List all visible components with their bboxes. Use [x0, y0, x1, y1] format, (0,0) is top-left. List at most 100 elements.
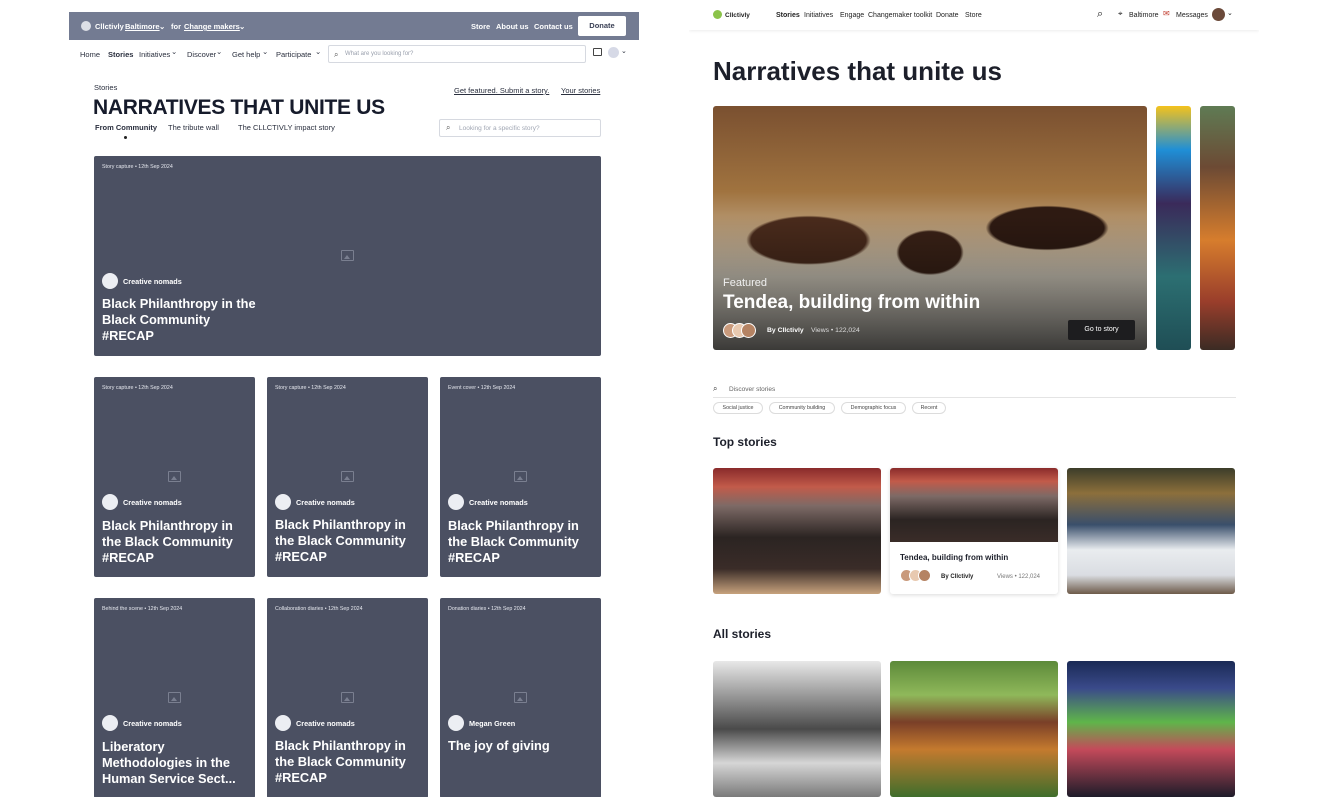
- brand-logo[interactable]: [713, 10, 722, 19]
- donate-button[interactable]: Donate: [578, 16, 626, 36]
- story-card[interactable]: Story capture • 12th Sep 2024 Creative n…: [94, 377, 255, 577]
- filter-chip-demographic-focus[interactable]: Demographic focus: [841, 402, 906, 414]
- card-title: Black Philanthropy in the Black Communit…: [275, 738, 406, 785]
- store-link[interactable]: Store: [471, 22, 490, 31]
- filter-chip-recent[interactable]: Recent: [912, 402, 946, 414]
- your-stories-link[interactable]: Your stories: [561, 86, 600, 95]
- chevron-down-icon: ⌄: [159, 22, 166, 31]
- story-card[interactable]: Story capture • 12th Sep 2024 Creative n…: [267, 377, 428, 577]
- main-nav: Home Stories Initiatives ⌄ Discover ⌄ Ge…: [69, 44, 639, 64]
- search-icon: ⌕: [446, 123, 451, 132]
- card-title: Liberatory Methodologies in the Human Se…: [102, 739, 236, 786]
- nav-participate[interactable]: Participate: [276, 50, 311, 59]
- global-search-input[interactable]: ⌕ What are you looking for?: [328, 45, 586, 63]
- story-card[interactable]: [713, 661, 881, 797]
- discover-search-input[interactable]: ⌕ Discover stories: [713, 384, 1236, 398]
- for-label: for: [171, 22, 181, 31]
- story-card[interactable]: [1067, 661, 1235, 797]
- filter-chip-community-building[interactable]: Community building: [769, 402, 835, 414]
- story-card[interactable]: Collaboration diaries • 12th Sep 2024 Cr…: [267, 598, 428, 797]
- card-author: Creative nomads: [469, 498, 528, 507]
- filter-chip-social-justice[interactable]: Social justice: [713, 402, 763, 414]
- nav-initiatives[interactable]: Initiatives: [139, 50, 170, 59]
- featured-author: By Cllctivly: [767, 327, 804, 334]
- city-selector[interactable]: Baltimore: [125, 22, 160, 31]
- tab-impact-story[interactable]: The CLLCTIVLY impact story: [238, 123, 335, 132]
- search-icon[interactable]: ⌕: [1097, 8, 1103, 21]
- active-tab-indicator: [124, 136, 127, 139]
- messages-icon[interactable]: ✉: [1163, 9, 1170, 18]
- card-title: Black Philanthropy in the Black Communit…: [102, 518, 233, 565]
- discover-placeholder: Discover stories: [729, 386, 776, 393]
- about-link[interactable]: About us: [496, 22, 529, 31]
- audience-selector[interactable]: Change makers: [184, 22, 240, 31]
- carousel-next-card[interactable]: [1200, 106, 1235, 350]
- nav-stories[interactable]: Stories: [108, 50, 133, 59]
- page-title: Narratives that unite us: [713, 56, 1002, 86]
- breadcrumb[interactable]: Stories: [94, 83, 117, 92]
- story-views: Views • 122,024: [997, 574, 1041, 580]
- featured-story-card[interactable]: Featured Tendea, building from within By…: [713, 106, 1147, 350]
- story-search-input[interactable]: ⌕ Looking for a specific story?: [439, 119, 601, 137]
- card-author: Creative nomads: [296, 498, 355, 507]
- chevron-down-icon: ⌄: [171, 47, 178, 56]
- contact-link[interactable]: Contact us: [534, 22, 573, 31]
- card-meta: Story capture • 12th Sep 2024: [102, 385, 173, 391]
- nav-discover[interactable]: Discover: [187, 50, 216, 59]
- site-header: Cllctivly Stories Initiatives Engage Cha…: [689, 0, 1259, 30]
- city-selector[interactable]: Baltimore: [1129, 12, 1159, 19]
- avatar: [102, 494, 118, 510]
- search-icon: ⌕: [713, 384, 718, 393]
- submit-story-link[interactable]: Get featured. Submit a story.: [454, 86, 549, 95]
- nav-engage[interactable]: Engage: [840, 12, 864, 19]
- messages-link[interactable]: Messages: [1176, 12, 1208, 19]
- nav-donate[interactable]: Donate: [936, 12, 959, 19]
- author-avatars: [900, 569, 934, 583]
- story-title: Tendea, building from within: [900, 553, 1009, 562]
- chevron-down-icon[interactable]: ⌄: [621, 47, 627, 55]
- wireframe-panel: Cllctivly Baltimore ⌄ for Change makers …: [69, 12, 639, 797]
- messages-icon[interactable]: [593, 48, 602, 56]
- image-placeholder-icon: [341, 692, 354, 703]
- chevron-down-icon[interactable]: ⌄: [1227, 9, 1233, 17]
- chevron-down-icon: ⌄: [315, 47, 322, 56]
- avatar[interactable]: [608, 47, 619, 58]
- card-meta: Story capture • 12th Sep 2024: [102, 164, 173, 170]
- carousel-next-card[interactable]: [1156, 106, 1191, 350]
- story-author: By Cllctivly: [941, 574, 974, 580]
- image-placeholder-icon: [341, 471, 354, 482]
- top-story-card[interactable]: [713, 468, 881, 594]
- story-card-featured[interactable]: Story capture • 12th Sep 2024 Creative n…: [94, 156, 601, 356]
- nav-get-help[interactable]: Get help: [232, 50, 260, 59]
- avatar[interactable]: [1212, 8, 1225, 21]
- chevron-down-icon: ⌄: [262, 47, 269, 56]
- go-to-story-button[interactable]: Go to story: [1068, 320, 1135, 340]
- card-title: The joy of giving: [448, 738, 550, 753]
- tab-from-community[interactable]: From Community: [95, 123, 157, 132]
- featured-title: Tendea, building from within: [723, 292, 981, 313]
- card-meta: Collaboration diaries • 12th Sep 2024: [275, 606, 363, 612]
- story-card[interactable]: [890, 661, 1058, 797]
- card-author: Creative nomads: [296, 719, 355, 728]
- story-card[interactable]: Donation diaries • 12th Sep 2024 Megan G…: [440, 598, 601, 797]
- search-placeholder: What are you looking for?: [345, 51, 414, 57]
- nav-changemaker-toolkit[interactable]: Changemaker toolkit: [868, 12, 932, 19]
- top-story-card[interactable]: Tendea, building from within By Cllctivl…: [890, 468, 1058, 594]
- brand-name[interactable]: Cllctivly: [725, 12, 750, 19]
- card-title: Black Philanthropy in the Black Communit…: [275, 517, 406, 564]
- nav-store[interactable]: Store: [965, 12, 982, 19]
- card-meta: Donation diaries • 12th Sep 2024: [448, 606, 526, 612]
- nav-home[interactable]: Home: [80, 50, 100, 59]
- location-pin-icon: ⌖: [1118, 9, 1123, 18]
- nav-stories[interactable]: Stories: [776, 12, 800, 19]
- nav-initiatives[interactable]: Initiatives: [804, 12, 833, 19]
- avatar: [448, 715, 464, 731]
- story-card[interactable]: Event cover • 12th Sep 2024 Creative nom…: [440, 377, 601, 577]
- tab-tribute-wall[interactable]: The tribute wall: [168, 123, 219, 132]
- card-title: Black Philanthropy in the Black Communit…: [102, 296, 256, 343]
- top-story-card[interactable]: [1067, 468, 1235, 594]
- story-image: [890, 468, 1058, 542]
- brand-name[interactable]: Cllctivly: [95, 22, 124, 31]
- avatar: [448, 494, 464, 510]
- story-card[interactable]: Behind the scene • 12th Sep 2024 Creativ…: [94, 598, 255, 797]
